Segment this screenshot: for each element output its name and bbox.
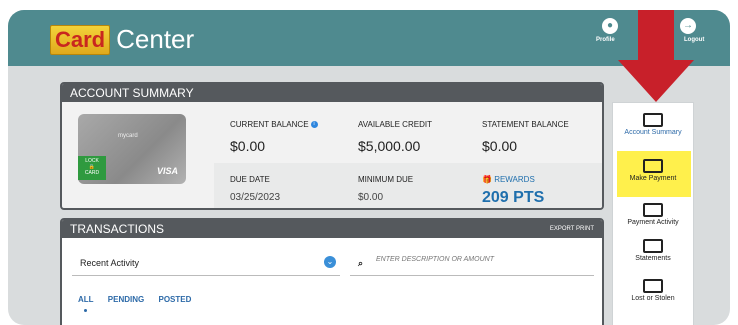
sidebar-item-account-summary[interactable]: Account Summary [613,113,693,136]
sidebar-item-label: Payment Activity [627,219,679,226]
logo-card-text: Card [50,24,111,55]
rewards-value[interactable]: 209 PTS [482,189,544,207]
app-frame: Card Center ● Profile → Logout ACCOUNT S… [8,10,730,325]
minimum-due-label: MINIMUM DUE [358,175,414,184]
export-print-links[interactable]: EXPORT PRINT [550,226,594,232]
available-credit-value: $5,000.00 [358,138,421,154]
card-dollar-icon [643,159,663,173]
brand-logo[interactable]: Card Center [50,24,194,55]
credit-card-image: mycard LOCK 🔒 CARD VISA [78,114,186,184]
lock-card-button[interactable]: LOCK 🔒 CARD [78,156,106,180]
logo-center-text: Center [116,24,195,54]
card-home-icon [643,113,663,127]
sidebar-item-make-payment[interactable]: Make Payment [613,159,693,182]
statement-balance-label: STATEMENT BALANCE [482,120,569,129]
minimum-due-value: $0.00 [358,192,384,203]
card-label: CARD [84,170,100,176]
sidebar-item-payment-activity[interactable]: Payment Activity [613,203,693,226]
card-warning-icon [643,279,663,293]
gift-icon: 🎁 [482,175,495,184]
transaction-tabs: ALL PENDING POSTED [78,295,203,312]
account-summary-row2: DUE DATE 03/25/2023 MINIMUM DUE $0.00 🎁 … [214,163,602,208]
sidebar-menu: Account Summary Make Payment Payment Act… [612,102,694,325]
transaction-search-input[interactable] [376,256,576,263]
card-brand-text: mycard [118,133,138,139]
current-balance-value: $0.00 [230,138,266,154]
sidebar-item-label: Lost or Stolen [631,295,675,302]
due-date-label: DUE DATE [230,175,270,184]
sidebar-item-label: Account Summary [624,129,682,136]
sidebar-item-statements[interactable]: Statements [613,239,693,262]
account-summary-title: ACCOUNT SUMMARY [62,84,602,102]
current-balance-label: CURRENT BALANCE i [230,120,318,129]
tab-posted[interactable]: POSTED [158,295,191,304]
active-tab-indicator [84,309,87,312]
tab-all[interactable]: ALL [78,295,94,304]
tab-pending[interactable]: PENDING [108,295,144,304]
info-icon[interactable]: i [310,121,318,129]
sidebar-item-label: Statements [635,255,671,262]
statements-icon [643,239,663,253]
calendar-dollar-icon [643,203,663,217]
search-icon: ⌕ [358,258,364,268]
chevron-down-icon: ⌄ [324,256,336,268]
red-arrow-annotation [618,10,694,102]
available-credit-label: AVAILABLE CREDIT [358,120,432,129]
transactions-title: TRANSACTIONS [62,220,602,238]
profile-link[interactable]: Profile [596,37,615,43]
rewards-label[interactable]: 🎁 REWARDS [482,175,535,184]
statement-balance-value: $0.00 [482,138,518,154]
transactions-panel: TRANSACTIONS EXPORT PRINT Recent Activit… [60,218,604,325]
activity-filter-value: Recent Activity [80,258,140,268]
sidebar-item-lost-or-stolen[interactable]: Lost or Stolen [613,279,693,302]
sidebar-item-label: Make Payment [629,175,677,182]
due-date-value: 03/25/2023 [230,192,281,203]
account-summary-panel: ACCOUNT SUMMARY mycard LOCK 🔒 CARD VISA … [60,82,604,210]
activity-filter-select[interactable]: Recent Activity ⌄ [72,250,340,276]
transaction-search: ⌕ [350,250,594,276]
visa-logo: VISA [156,166,178,176]
